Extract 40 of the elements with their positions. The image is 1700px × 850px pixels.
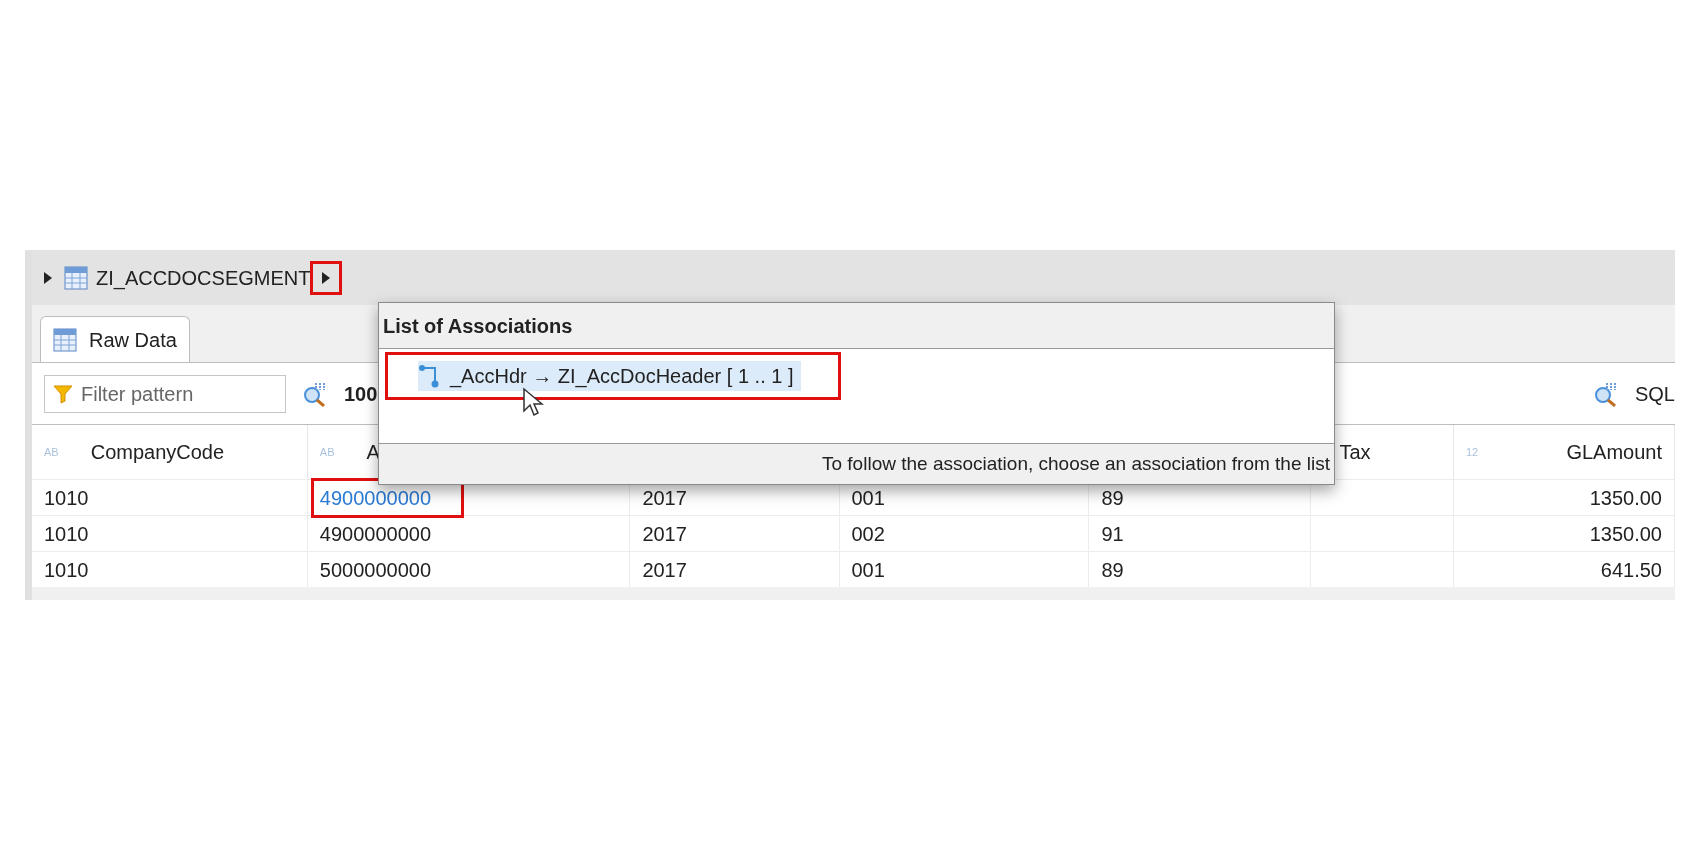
table-cell-text: 1350.00 xyxy=(1589,485,1662,511)
table-cell-text: 89 xyxy=(1101,557,1124,583)
popup-title: List of Associations xyxy=(383,313,573,339)
column-header[interactable]: CompanyCode xyxy=(90,437,225,467)
row-count: 100 xyxy=(344,381,378,407)
type-mark: AB xyxy=(319,444,335,460)
table-cell-text: 641.50 xyxy=(1600,557,1662,583)
table-cell-text: 91 xyxy=(1101,521,1124,547)
expand-arrow-icon[interactable] xyxy=(44,271,52,284)
entity-name: ZI_ACCDOCSEGMENT xyxy=(96,265,311,292)
filter-field[interactable]: Filter pattern xyxy=(44,374,286,413)
table-icon xyxy=(64,265,88,290)
association-label: _AccHdr → ZI_AccDocHeader [ 1 .. 1 ] xyxy=(450,364,794,390)
next-arrow-button[interactable] xyxy=(310,260,343,295)
table-cell-text: 2017 xyxy=(642,557,687,583)
table-cell-text: 1010 xyxy=(44,485,89,511)
table-cell-text: 1350.00 xyxy=(1589,521,1662,547)
type-mark: 12 xyxy=(1465,444,1479,460)
filter-input[interactable]: Filter pattern xyxy=(81,378,271,409)
table-icon xyxy=(53,327,77,352)
table-cell-text: 002 xyxy=(851,521,885,547)
column-header[interactable]: GLAmount xyxy=(1566,437,1662,467)
mouse-pointer-icon xyxy=(522,387,544,417)
table-cell-text: 001 xyxy=(851,557,885,583)
column-header[interactable]: Tax xyxy=(1339,437,1371,467)
funnel-icon xyxy=(53,383,73,404)
table-cell-text: 1010 xyxy=(44,557,89,583)
popup-hint: To follow the association, choose an association from the list xyxy=(822,451,1330,476)
table-cell-text: 001 xyxy=(851,485,885,511)
search-icon[interactable] xyxy=(302,380,328,407)
table-cell-text: 1010 xyxy=(44,521,89,547)
table-cell-text: 2017 xyxy=(642,521,687,547)
table-cell-text: 89 xyxy=(1101,485,1124,511)
table-cell-text: 4900000000 xyxy=(319,521,432,547)
tab[interactable]: Raw Data xyxy=(40,316,190,362)
type-mark: AB xyxy=(44,444,59,460)
search-icon[interactable] xyxy=(1592,380,1619,407)
table-cell-text: 2017 xyxy=(642,485,687,511)
table-cell-text: 5000000000 xyxy=(319,557,432,583)
sql-label[interactable]: SQL xyxy=(1634,378,1675,409)
